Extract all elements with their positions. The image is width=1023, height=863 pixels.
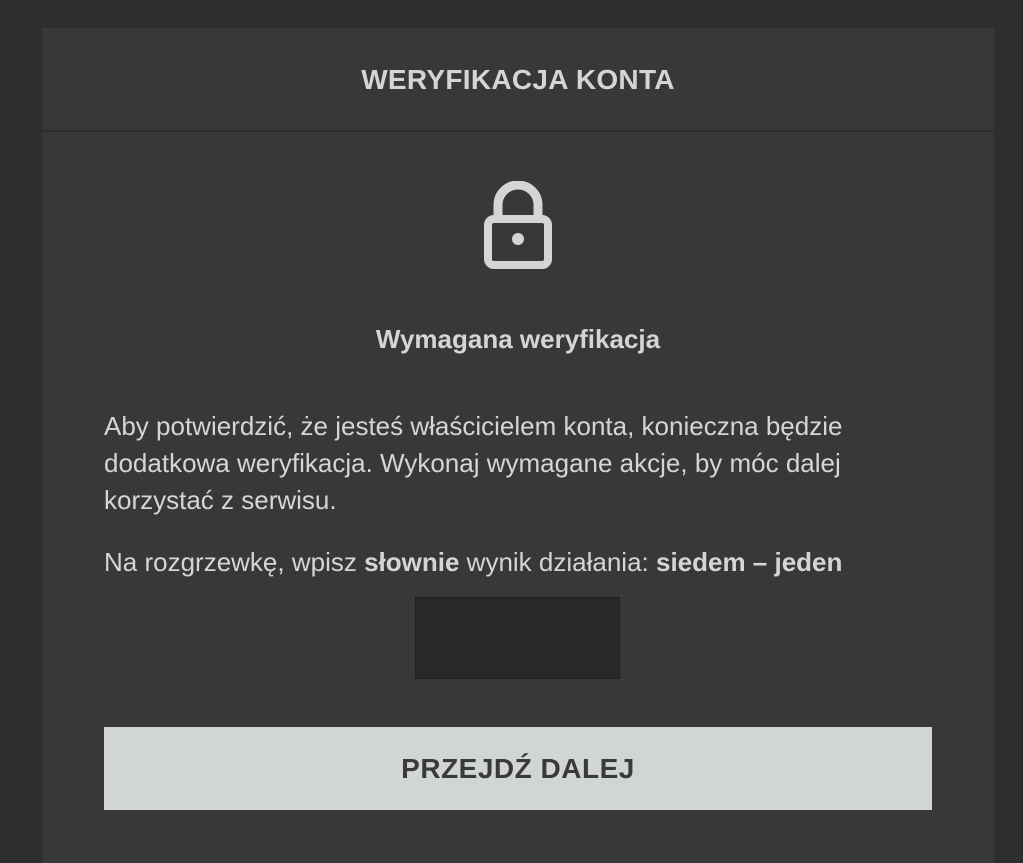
- task-prefix: Na rozgrzewkę, wpisz: [104, 547, 365, 577]
- answer-input[interactable]: [415, 597, 620, 679]
- verification-description: Aby potwierdzić, że jesteś właścicielem …: [104, 411, 843, 515]
- task-expression: siedem – jeden: [655, 547, 843, 577]
- verification-subtitle: Wymagana weryfikacja: [375, 324, 661, 354]
- verification-task: Na rozgrzewkę, wpisz słownie wynik dział…: [104, 544, 944, 581]
- submit-button[interactable]: PRZEJDŹ DALEJ: [104, 727, 932, 810]
- verification-panel: WERYFIKACJA KONTA Wymagana weryfikacja A…: [42, 28, 994, 863]
- lock-icon: [484, 180, 552, 269]
- task-emphasis-word: słownie: [364, 547, 460, 577]
- panel-header: WERYFIKACJA KONTA: [42, 28, 994, 132]
- task-middle: wynik działania:: [459, 547, 656, 577]
- page-title: WERYFIKACJA KONTA: [361, 64, 675, 95]
